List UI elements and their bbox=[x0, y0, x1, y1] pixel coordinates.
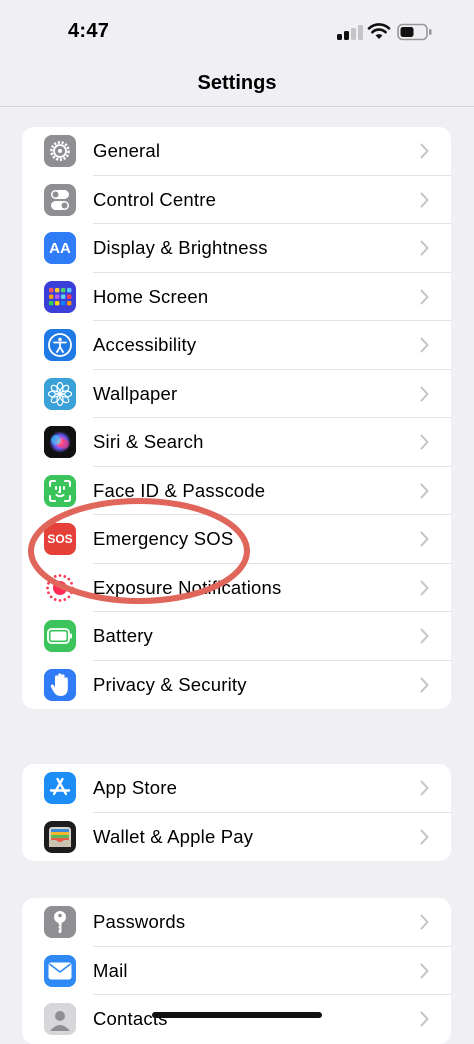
settings-row-display-and-brightness[interactable]: AA Display & Brightness bbox=[22, 224, 451, 273]
accessibility-icon bbox=[44, 329, 76, 362]
settings-row-home-screen[interactable]: Home Screen bbox=[22, 273, 451, 321]
nav-divider bbox=[0, 106, 474, 107]
settings-row-contacts[interactable]: Contacts bbox=[22, 995, 451, 1044]
settings-row-wallet-and-apple-pay[interactable]: Wallet & Apple Pay bbox=[22, 813, 451, 862]
cellular-signal-icon bbox=[337, 24, 363, 40]
settings-row-exposure-notifications[interactable]: Exposure Notifications bbox=[22, 564, 451, 612]
chevron-right-icon bbox=[420, 531, 429, 547]
settings-row-label: Display & Brightness bbox=[93, 237, 268, 259]
contacts-icon bbox=[44, 1003, 76, 1036]
settings-row-face-id-and-passcode[interactable]: Face ID & Passcode bbox=[22, 467, 451, 515]
settings-row-control-centre[interactable]: Control Centre bbox=[22, 176, 451, 224]
chevron-right-icon bbox=[420, 434, 429, 450]
wallet-icon bbox=[44, 820, 76, 853]
page-title: Settings bbox=[197, 72, 277, 94]
chevron-right-icon bbox=[420, 289, 429, 305]
chevron-right-icon bbox=[420, 963, 429, 979]
chevron-right-icon bbox=[420, 337, 429, 353]
battery-status-icon bbox=[397, 23, 432, 41]
chevron-right-icon bbox=[420, 1011, 429, 1027]
gear-icon bbox=[44, 135, 76, 168]
hand-icon bbox=[44, 668, 76, 701]
chevron-right-icon bbox=[420, 580, 429, 596]
settings-group: App Store Wallet & Apple Pay bbox=[22, 764, 451, 861]
chevron-right-icon bbox=[420, 143, 429, 159]
chevron-right-icon bbox=[420, 628, 429, 644]
chevron-right-icon bbox=[420, 483, 429, 499]
settings-row-label: Battery bbox=[93, 625, 154, 647]
chevron-right-icon bbox=[420, 829, 429, 845]
status-time: 4:47 bbox=[68, 20, 110, 42]
settings-row-label: Control Centre bbox=[93, 188, 217, 210]
settings-row-wallpaper[interactable]: Wallpaper bbox=[22, 370, 451, 418]
settings-row-passwords[interactable]: Passwords bbox=[22, 898, 451, 947]
settings-row-label: Passwords bbox=[93, 911, 186, 933]
settings-row-label: Mail bbox=[93, 959, 128, 981]
settings-row-label: Wallet & Apple Pay bbox=[93, 825, 254, 847]
flower-icon bbox=[44, 377, 76, 410]
icon-glyph: AA bbox=[49, 239, 71, 257]
settings-row-privacy-and-security[interactable]: Privacy & Security bbox=[22, 661, 451, 710]
status-bar: 4:47 bbox=[0, 0, 474, 62]
home-indicator bbox=[152, 1012, 322, 1018]
settings-row-label: App Store bbox=[93, 777, 178, 799]
exposure-icon bbox=[44, 571, 76, 604]
settings-row-label: Home Screen bbox=[93, 285, 209, 307]
settings-row-label: Wallpaper bbox=[93, 382, 178, 404]
chevron-right-icon bbox=[420, 780, 429, 796]
text-size-icon: AA bbox=[44, 232, 76, 265]
app-grid-icon bbox=[44, 280, 76, 313]
mail-icon bbox=[44, 954, 76, 987]
settings-row-general[interactable]: General bbox=[22, 127, 451, 176]
settings-row-label: Accessibility bbox=[93, 334, 197, 356]
battery-icon bbox=[44, 620, 76, 653]
chevron-right-icon bbox=[420, 386, 429, 402]
settings-row-battery[interactable]: Battery bbox=[22, 612, 451, 661]
chevron-right-icon bbox=[420, 240, 429, 256]
settings-row-label: Siri & Search bbox=[93, 431, 204, 453]
settings-row-accessibility[interactable]: Accessibility bbox=[22, 321, 451, 370]
settings-group: Passwords Mail Contacts bbox=[22, 898, 451, 1044]
chevron-right-icon bbox=[420, 677, 429, 693]
settings-row-label: Emergency SOS bbox=[93, 528, 234, 550]
settings-row-label: Exposure Notifications bbox=[93, 576, 282, 598]
settings-row-app-store[interactable]: App Store bbox=[22, 764, 451, 813]
icon-glyph: SOS bbox=[47, 532, 73, 547]
settings-row-siri-and-search[interactable]: Siri & Search bbox=[22, 418, 451, 467]
settings-group: General Control Centre AA Display & Brightn… bbox=[22, 127, 451, 709]
app-store-icon bbox=[44, 772, 76, 805]
settings-row-emergency-sos[interactable]: SOS Emergency SOS bbox=[22, 515, 451, 564]
face-id-icon bbox=[44, 474, 76, 507]
settings-row-label: Privacy & Security bbox=[93, 673, 247, 695]
settings-row-label: General bbox=[93, 140, 161, 162]
settings-row-label: Face ID & Passcode bbox=[93, 479, 266, 501]
chevron-right-icon bbox=[420, 914, 429, 930]
sos-icon: SOS bbox=[44, 523, 76, 556]
chevron-right-icon bbox=[420, 192, 429, 208]
toggles-icon bbox=[44, 183, 76, 216]
siri-icon bbox=[44, 426, 76, 459]
key-icon bbox=[44, 906, 76, 939]
wifi-icon bbox=[367, 23, 391, 39]
settings-row-mail[interactable]: Mail bbox=[22, 947, 451, 995]
